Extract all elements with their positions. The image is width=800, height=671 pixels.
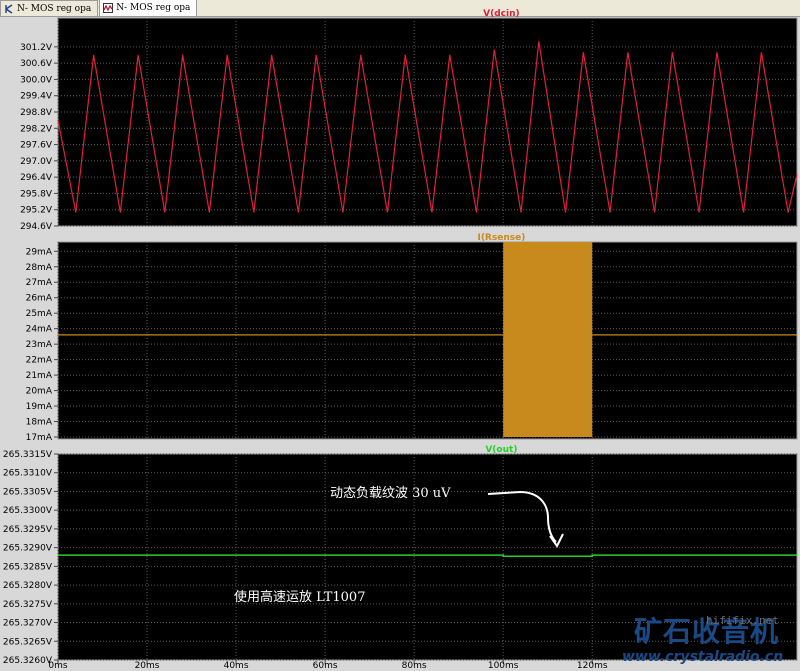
y-tick-label: 265.3270V [3, 619, 53, 629]
y-tick-label: 21mA [26, 371, 53, 381]
rsense-ripple-band [503, 242, 593, 437]
y-tick-label: 19mA [26, 402, 53, 412]
x-tick-label: 20ms [135, 661, 160, 671]
x-tick-label: 80ms [402, 661, 427, 671]
y-tick-label: 26mA [26, 294, 53, 304]
y-tick-label: 294.6V [20, 222, 53, 232]
x-tick-label: 120ms [577, 661, 608, 671]
y-tick-label: 297.6V [20, 141, 53, 151]
watermark-small: hififix.net [706, 614, 779, 627]
waveform-plot[interactable]: 301.2V 300.6V 300.0V 299.4V 298.8V 298.2V 297.… [0, 0, 800, 671]
y-tick-label: 18mA [26, 418, 53, 428]
y-tick-label: 300.0V [20, 75, 53, 85]
y-tick-label: 265.3310V [3, 469, 53, 479]
annotation-opamp: 使用高速运放 LT1007 [234, 589, 365, 605]
y-tick-label: 300.6V [20, 59, 53, 69]
y-tick-label: 265.3285V [3, 562, 53, 572]
y-tick-label: 265.3315V [3, 450, 53, 460]
y-tick-label: 297.0V [20, 157, 53, 167]
x-tick-label: 0ms [48, 661, 67, 671]
y-tick-label: 20mA [26, 387, 53, 397]
y-tick-label: 22mA [26, 356, 53, 366]
y-tick-label: 265.3260V [3, 656, 53, 666]
y-tick-label: 265.3265V [3, 637, 53, 647]
y-tick-label: 265.3275V [3, 600, 53, 610]
x-tick-label: 60ms [313, 661, 338, 671]
plot-panel-1 [57, 241, 798, 440]
y-tick-label: 265.3300V [3, 506, 53, 516]
y-tick-label: 265.3290V [3, 544, 53, 554]
y-tick-label: 25mA [26, 309, 53, 319]
x-tick-label: 40ms [224, 661, 249, 671]
y-tick-label: 265.3295V [3, 525, 53, 535]
y-tick-label: 23mA [26, 340, 53, 350]
y-tick-label: 265.3305V [3, 487, 53, 497]
x-tick-label: 100ms [488, 661, 519, 671]
trace-title: I(Rsense) [477, 233, 525, 243]
y-tick-label: 24mA [26, 325, 53, 335]
y-tick-label: 265.3280V [3, 581, 53, 591]
y-tick-label: 295.2V [20, 206, 53, 216]
trace-title: V(out) [485, 445, 517, 455]
y-tick-label: 29mA [26, 247, 53, 257]
y-tick-label: 298.2V [20, 124, 53, 134]
trace-title: V(dcin) [483, 9, 519, 19]
y-tick-label: 298.8V [20, 108, 53, 118]
y-tick-label: 299.4V [20, 92, 53, 102]
annotation-ripple: 动态负载纹波 30 uV [330, 486, 451, 501]
watermark-site-url: www.crystalradio.cn [622, 649, 784, 665]
plot-panel-0 [57, 17, 798, 227]
y-tick-label: 301.2V [20, 43, 53, 53]
y-tick-label: 17mA [26, 433, 53, 443]
y-tick-label: 28mA [26, 263, 53, 273]
y-tick-label: 27mA [26, 278, 53, 288]
y-tick-label: 296.4V [20, 173, 53, 183]
y-tick-label: 295.8V [20, 189, 53, 199]
